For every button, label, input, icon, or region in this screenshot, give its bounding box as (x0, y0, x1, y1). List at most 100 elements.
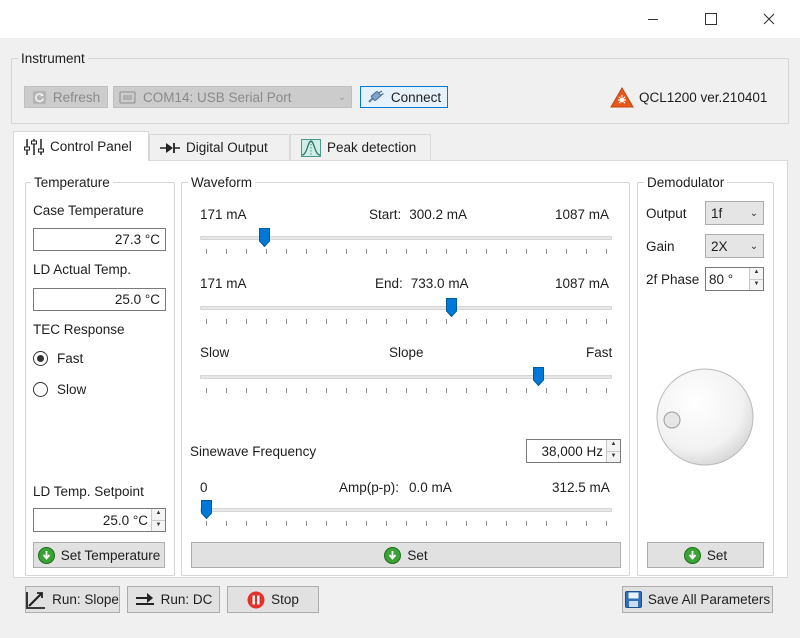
stepper-up-icon[interactable]: ▲ (152, 509, 165, 521)
save-all-parameters-button[interactable]: Save All Parameters (622, 586, 773, 613)
ld-temp-setpoint-stepper[interactable]: 25.0 °C ▲ ▼ (33, 508, 166, 532)
stepper-arrows[interactable]: ▲ ▼ (749, 268, 763, 290)
dc-arrow-icon (135, 592, 154, 605)
maximize-button[interactable] (688, 0, 734, 38)
stepper-arrows[interactable]: ▲ ▼ (606, 440, 620, 462)
stepper-up-icon[interactable]: ▲ (607, 440, 620, 452)
tab-control-panel[interactable]: Control Panel (13, 131, 149, 161)
port-select[interactable]: COM14: USB Serial Port ⌄ (113, 86, 352, 108)
slider-tick (246, 388, 247, 393)
sinewave-frequency-stepper[interactable]: 38,000 Hz ▲ ▼ (526, 439, 621, 463)
slider-tick (346, 319, 347, 324)
set-temperature-button[interactable]: Set Temperature (33, 542, 165, 568)
waveform-set-button[interactable]: Set (191, 542, 621, 568)
radio-selected-icon (33, 351, 48, 366)
slope-max-label: Fast (586, 345, 613, 360)
slider-tick (386, 521, 387, 526)
slider-tick (386, 388, 387, 393)
slider-tick (206, 249, 207, 254)
refresh-button[interactable]: Refresh (24, 86, 108, 108)
slider-thumb[interactable] (200, 500, 212, 519)
gain-label: Gain (646, 239, 675, 254)
tab-digital-output[interactable]: Digital Output (149, 134, 290, 160)
close-button[interactable] (746, 0, 792, 38)
gain-select[interactable]: 2X ⌄ (705, 234, 764, 258)
tab-peak-detection[interactable]: Peak detection (290, 134, 431, 160)
start-value: 300.2 mA (409, 207, 468, 222)
stepper-arrows[interactable]: ▲ ▼ (151, 509, 165, 531)
slider-thumb[interactable] (258, 228, 270, 247)
run-dc-button[interactable]: Run: DC (127, 586, 220, 613)
slider-tick (206, 521, 207, 526)
stepper-down-icon[interactable]: ▼ (152, 520, 165, 531)
slider-tick (306, 521, 307, 526)
slider-tick (346, 521, 347, 526)
amp-value: 0.0 mA (409, 480, 452, 495)
slider-tick (506, 319, 507, 324)
title-bar (0, 0, 800, 38)
slider-tick (446, 521, 447, 526)
close-icon (763, 13, 775, 25)
end-min-label: 171 mA (200, 276, 247, 291)
slider-thumb[interactable] (446, 298, 458, 317)
tec-fast-radio[interactable]: Fast (33, 351, 83, 366)
tec-fast-label: Fast (57, 351, 84, 366)
stepper-down-icon[interactable]: ▼ (607, 451, 620, 462)
slider-track[interactable] (200, 375, 612, 379)
slider-tick (266, 249, 267, 254)
product-info: QCL1200 ver.210401 (610, 87, 767, 108)
phase-stepper[interactable]: 80 ° ▲ ▼ (705, 267, 764, 291)
slider-tick (546, 521, 547, 526)
connect-button[interactable]: Connect (360, 86, 448, 108)
stop-button[interactable]: Stop (227, 586, 319, 613)
ld-actual-temp-field: 25.0 °C (33, 288, 166, 311)
slider-tick (346, 249, 347, 254)
slider-tick (366, 249, 367, 254)
slider-track[interactable] (200, 306, 612, 310)
tec-slow-radio[interactable]: Slow (33, 382, 86, 397)
minimize-button[interactable] (630, 0, 676, 38)
slider-tick (546, 319, 547, 324)
slider-tick (366, 319, 367, 324)
end-slider[interactable] (200, 298, 612, 328)
slider-tick (326, 388, 327, 393)
slider-tick (526, 249, 527, 254)
start-slider[interactable] (200, 228, 612, 258)
phase-value: 80 ° (709, 271, 734, 287)
chevron-down-icon: ⌄ (337, 91, 347, 103)
slope-slider[interactable] (200, 367, 612, 397)
diode-icon (160, 142, 180, 153)
slider-tick (246, 521, 247, 526)
slider-tick (446, 319, 447, 324)
slider-tick (486, 388, 487, 393)
stepper-down-icon[interactable]: ▼ (750, 279, 763, 290)
demodulator-set-button[interactable]: Set (647, 542, 764, 568)
download-arrow-icon (384, 546, 402, 564)
slider-tick (586, 319, 587, 324)
amp-slider[interactable] (200, 500, 612, 530)
slider-thumb[interactable] (532, 367, 544, 386)
slider-tick (606, 319, 607, 324)
slider-ticks (200, 319, 612, 327)
slider-tick (206, 319, 207, 324)
slider-tick (486, 319, 487, 324)
slider-tick (426, 521, 427, 526)
slider-tick (546, 388, 547, 393)
download-arrow-icon (683, 546, 701, 564)
slider-tick (486, 249, 487, 254)
stepper-up-icon[interactable]: ▲ (750, 268, 763, 280)
phase-knob[interactable] (655, 367, 755, 467)
demodulator-group-title: Demodulator (644, 175, 728, 190)
chevron-down-icon: ⌄ (749, 240, 759, 252)
tab-control-panel-label: Control Panel (50, 139, 132, 154)
sinewave-frequency-value: 38,000 Hz (541, 443, 603, 459)
slider-ticks (200, 249, 612, 257)
slider-track[interactable] (200, 508, 612, 512)
waveform-set-label: Set (407, 547, 428, 563)
output-select[interactable]: 1f ⌄ (705, 201, 764, 225)
tec-slow-label: Slow (57, 382, 87, 397)
run-slope-button[interactable]: Run: Slope (25, 586, 120, 613)
slider-tick (326, 319, 327, 324)
slider-tick (526, 319, 527, 324)
gain-value: 2X (711, 238, 728, 254)
